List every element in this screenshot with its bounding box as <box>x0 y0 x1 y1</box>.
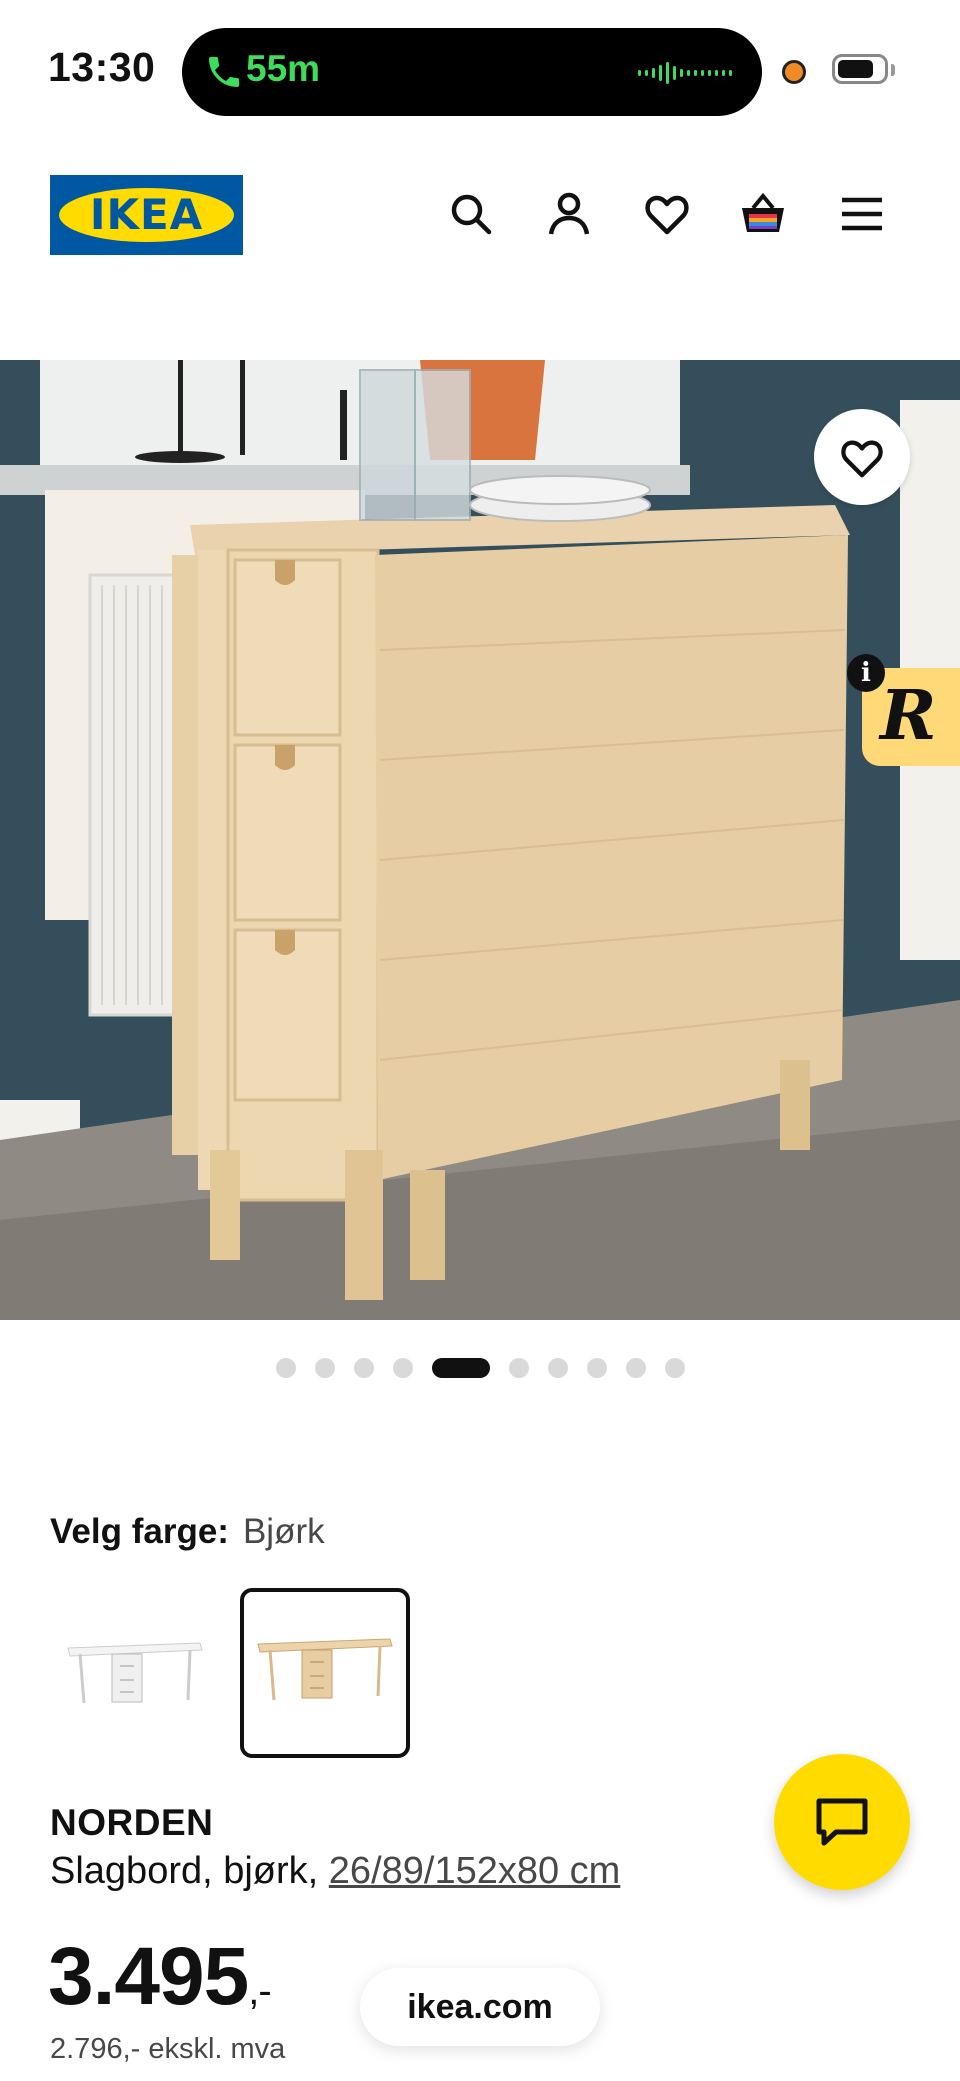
birch-table-thumbnail <box>257 1638 393 1701</box>
carousel-dot-active[interactable] <box>431 1358 490 1378</box>
info-icon[interactable]: i <box>847 654 885 692</box>
drop-leaf-table-photo <box>0 360 960 1320</box>
price-excl-vat: 2.796,- ekskl. mva <box>50 2033 286 2065</box>
dynamic-island[interactable]: 55m <box>182 28 762 116</box>
battery-icon <box>832 54 888 84</box>
favourites-icon[interactable] <box>643 190 691 238</box>
color-value: Bjørk <box>242 1512 325 1551</box>
chat-button[interactable] <box>774 1754 910 1890</box>
carousel-dot[interactable] <box>275 1358 296 1378</box>
carousel-dot[interactable] <box>586 1358 607 1378</box>
white-table-thumbnail <box>67 1642 203 1704</box>
menu-icon[interactable] <box>838 190 886 238</box>
price-main: 3.495 <box>48 1931 249 2022</box>
size-link[interactable]: 26/89/152x80 cm <box>329 1850 621 1892</box>
status-time: 13:30 <box>48 44 156 90</box>
account-icon[interactable] <box>545 190 593 238</box>
chat-bubble-icon <box>816 1798 868 1846</box>
price: 3.495,- <box>48 1930 272 2024</box>
audio-waveform-icon <box>638 58 732 88</box>
color-selector: Velg farge: Bjørk <box>50 1512 325 1552</box>
search-icon[interactable] <box>447 190 495 238</box>
carousel-indicator[interactable] <box>0 1358 960 1378</box>
color-swatch-white[interactable] <box>50 1588 220 1758</box>
carousel-dot[interactable] <box>664 1358 685 1378</box>
add-to-favourites-button[interactable] <box>814 409 910 505</box>
recording-indicator-icon <box>782 60 806 84</box>
product-description: Slagbord, bjørk, 26/89/152x80 cm <box>50 1850 620 1893</box>
carousel-dot[interactable] <box>314 1358 335 1378</box>
battery-nub <box>891 64 895 76</box>
ikea-logo[interactable]: IKEA <box>50 175 243 255</box>
product-type: Slagbord, bjørk, <box>50 1850 329 1892</box>
heart-icon <box>841 440 883 478</box>
carousel-dot[interactable] <box>508 1358 529 1378</box>
color-swatch-birch[interactable] <box>240 1588 410 1758</box>
product-image[interactable] <box>0 360 960 1320</box>
shopping-bag-icon[interactable] <box>739 190 787 238</box>
phone-icon <box>209 57 239 87</box>
product-name: NORDEN <box>50 1802 214 1843</box>
carousel-dot[interactable] <box>547 1358 568 1378</box>
call-duration: 55m <box>246 48 321 89</box>
browser-address-bar[interactable]: ikea.com <box>360 1968 600 2046</box>
price-suffix: ,- <box>248 1969 271 2013</box>
carousel-dot[interactable] <box>625 1358 646 1378</box>
color-label: Velg farge: <box>50 1512 229 1551</box>
carousel-dot[interactable] <box>392 1358 413 1378</box>
carousel-dot[interactable] <box>353 1358 374 1378</box>
